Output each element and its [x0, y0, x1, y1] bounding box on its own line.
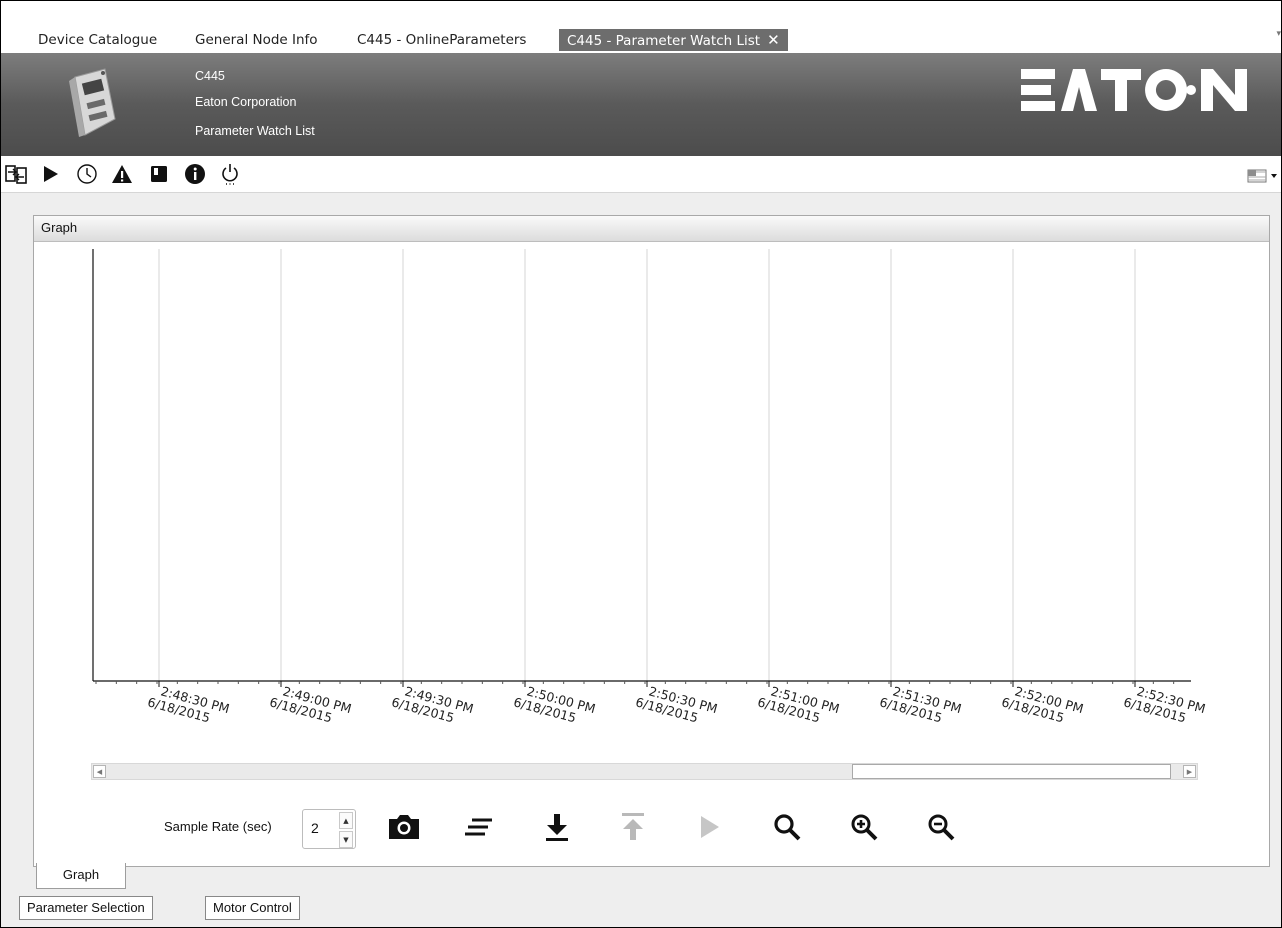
toolbar [1, 156, 1281, 193]
view-name: Parameter Watch List [195, 124, 315, 138]
lines-icon[interactable] [459, 807, 499, 847]
panel-title: Graph [34, 216, 1269, 242]
scroll-left-icon[interactable]: ◀ [93, 765, 106, 778]
sample-rate-label: Sample Rate (sec) [164, 819, 272, 834]
play-icon[interactable] [37, 162, 63, 186]
tab-device-catalogue[interactable]: Device Catalogue [38, 29, 157, 51]
clock-icon[interactable] [74, 162, 100, 186]
close-icon[interactable]: ✕ [767, 31, 780, 49]
tab-general-node-info[interactable]: General Node Info [195, 29, 318, 51]
document-tab-bar: Device Catalogue General Node Info C445 … [1, 1, 1281, 53]
warning-icon[interactable] [109, 162, 135, 186]
company-name: Eaton Corporation [195, 95, 297, 109]
tick-label: 2:48:30 PM6/18/2015 [146, 683, 231, 725]
sample-rate-stepper[interactable]: 2 ▲ ▼ [302, 809, 356, 849]
eaton-logo [1021, 69, 1247, 111]
tick-label: 2:49:30 PM6/18/2015 [390, 683, 475, 725]
workspace: Graph 2:48:30 PM 6/18/2015 2:49:00 PM 6/18/… [1, 193, 1281, 927]
graph-chart: 2:48:30 PM6/18/2015 2:49:00 PM6/18/2015 2:… [92, 249, 1207, 725]
power-icon[interactable] [217, 162, 243, 186]
graph-controls: Sample Rate (sec) 2 ▲ ▼ [34, 801, 1269, 851]
tab-parameter-selection[interactable]: Parameter Selection [19, 896, 153, 920]
tab-label: C445 - Parameter Watch List [567, 33, 761, 49]
zoom-icon[interactable] [767, 807, 807, 847]
tab-parameter-watch-list[interactable]: C445 - Parameter Watch List ✕ [559, 29, 788, 51]
connect-icon[interactable] [3, 162, 29, 186]
app-window: Device Catalogue General Node Info C445 … [0, 0, 1282, 928]
download-icon[interactable] [537, 807, 577, 847]
tab-motor-control[interactable]: Motor Control [205, 896, 300, 920]
chart-scrollbar[interactable]: ◀ ▶ [91, 763, 1198, 780]
camera-icon[interactable] [384, 807, 424, 847]
tab-graph[interactable]: Graph [36, 863, 126, 889]
tab-online-parameters[interactable]: C445 - OnlineParameters [357, 29, 526, 51]
zoom-out-icon[interactable] [921, 807, 961, 847]
play-icon[interactable] [690, 807, 730, 847]
tick-label: 2:51:00 PM6/18/2015 [756, 683, 841, 725]
flag-dropdown-icon[interactable] [1247, 168, 1279, 184]
tick-label: 2:50:00 PM6/18/2015 [512, 683, 597, 725]
scroll-right-icon[interactable]: ▶ [1183, 765, 1196, 778]
upload-icon[interactable] [613, 807, 653, 847]
tick-label: 2:52:30 PM6/18/2015 [1122, 683, 1207, 725]
tick-label: 2:49:00 PM6/18/2015 [268, 683, 353, 725]
spin-down-icon[interactable]: ▼ [339, 831, 353, 848]
scroll-thumb[interactable] [852, 764, 1171, 779]
tick-label: 2:52:00 PM6/18/2015 [1000, 683, 1085, 725]
spin-up-icon[interactable]: ▲ [339, 812, 353, 829]
book-icon[interactable] [146, 162, 172, 186]
tab-overflow-icon[interactable]: ▾ [1276, 29, 1281, 39]
device-name: C445 [195, 69, 225, 83]
device-header: C445 Eaton Corporation Parameter Watch L… [1, 53, 1281, 156]
zoom-in-icon[interactable] [844, 807, 884, 847]
tick-label: 2:50:30 PM6/18/2015 [634, 683, 719, 725]
device-image [69, 68, 116, 137]
info-icon[interactable] [182, 162, 208, 186]
sample-rate-value[interactable]: 2 [311, 820, 319, 836]
tick-label: 2:51:30 PM6/18/2015 [878, 683, 963, 725]
graph-panel: Graph 2:48:30 PM 6/18/2015 2:49:00 PM 6/18/… [33, 215, 1270, 867]
